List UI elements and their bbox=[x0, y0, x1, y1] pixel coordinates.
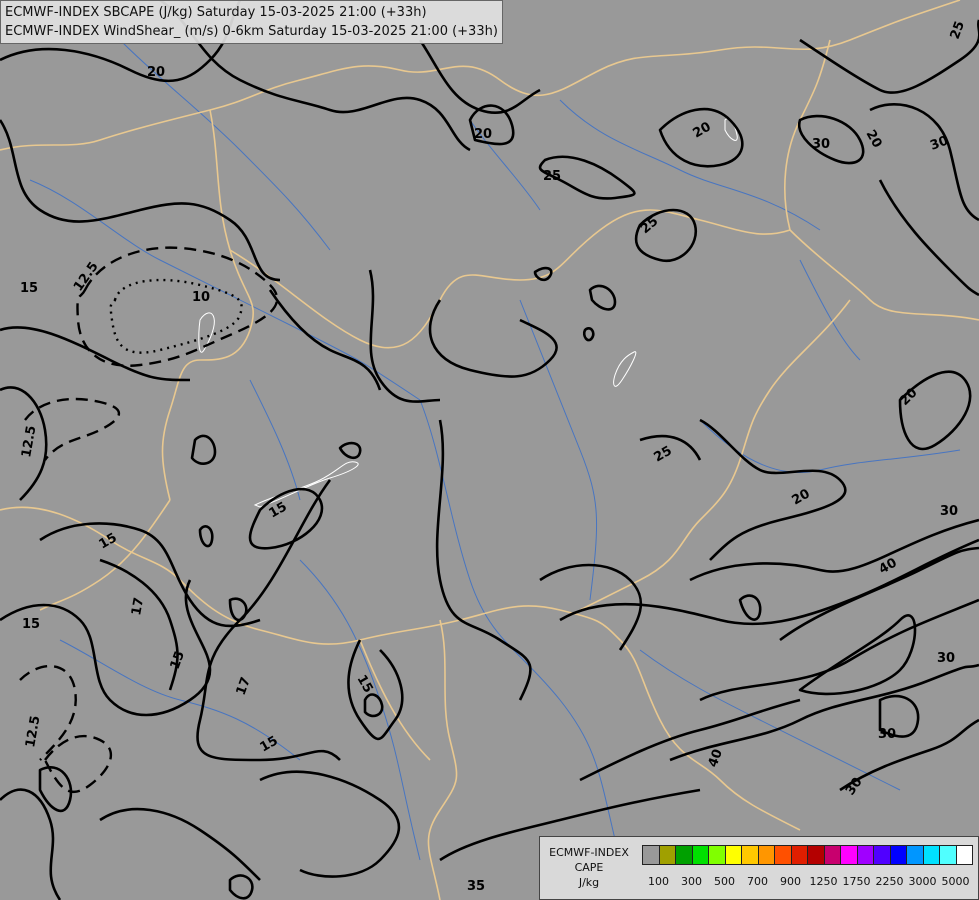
contour-label: 17 bbox=[234, 675, 254, 697]
contour-label: 30 bbox=[940, 504, 958, 519]
legend-swatch bbox=[873, 845, 891, 865]
legend-tick-label: 3000 bbox=[908, 875, 937, 888]
legend-swatch bbox=[939, 845, 957, 865]
contour-label: 10 bbox=[192, 290, 210, 305]
contour-label: 30 bbox=[843, 775, 866, 798]
legend-title-line-1: ECMWF-INDEX bbox=[549, 846, 629, 859]
legend-tick-label: 900 bbox=[780, 875, 801, 888]
contour-label: 15 bbox=[168, 649, 188, 671]
contour-label: 12.5 bbox=[71, 259, 102, 294]
legend-swatch bbox=[856, 845, 874, 865]
contour-label: 20 bbox=[863, 128, 885, 151]
contour-label: 15 bbox=[258, 733, 281, 755]
legend-swatch bbox=[658, 845, 676, 865]
legend-swatch bbox=[840, 845, 858, 865]
contour-label: 20 bbox=[691, 119, 714, 141]
contour-label: 30 bbox=[812, 137, 830, 152]
contour-label: 25 bbox=[638, 214, 662, 237]
contour-label: 40 bbox=[706, 747, 726, 769]
legend-swatch bbox=[708, 845, 726, 865]
contour-label: 25 bbox=[652, 443, 675, 465]
map-canvas: 20 20 20 25 25 20 30 30 25 12.5 10 15 12… bbox=[0, 0, 979, 900]
legend-tick-label: 5000 bbox=[941, 875, 970, 888]
legend-label: ECMWF-INDEX CAPE J/kg bbox=[543, 845, 635, 890]
legend-swatch bbox=[691, 845, 709, 865]
legend-swatch bbox=[889, 845, 907, 865]
contour-label: 15 bbox=[354, 673, 376, 696]
contour-label: 15 bbox=[20, 281, 38, 296]
contour-label: 15 bbox=[22, 617, 40, 632]
legend-swatch bbox=[807, 845, 825, 865]
legend-tick-label: 500 bbox=[714, 875, 735, 888]
rivers bbox=[29, 39, 961, 861]
dashed-contours bbox=[19, 246, 279, 794]
legend-title-line-2: CAPE bbox=[574, 861, 604, 874]
legend-swatch bbox=[790, 845, 808, 865]
legend-tick-label: 700 bbox=[747, 875, 768, 888]
map-title-box: ECMWF-INDEX SBCAPE (J/kg) Saturday 15-03… bbox=[0, 0, 503, 44]
contour-label: 20 bbox=[147, 65, 165, 80]
legend-tick-label: 300 bbox=[681, 875, 702, 888]
contour-label: 30 bbox=[937, 651, 955, 666]
legend-swatch bbox=[642, 845, 660, 865]
contour-label: 12.5 bbox=[23, 714, 43, 748]
legend-swatch bbox=[724, 845, 742, 865]
contour-label: 25 bbox=[543, 169, 561, 184]
contour-label: 12.5 bbox=[19, 424, 39, 458]
contour-label: 17 bbox=[129, 596, 147, 616]
legend-swatch bbox=[906, 845, 924, 865]
legend-swatch bbox=[774, 845, 792, 865]
map-title-line-2: ECMWF-INDEX WindShear_ (m/s) 0-6km Satur… bbox=[5, 24, 498, 39]
legend-tick-label: 2250 bbox=[875, 875, 904, 888]
legend-swatch bbox=[823, 845, 841, 865]
contour-label: 25 bbox=[948, 19, 968, 41]
contour-label: 20 bbox=[474, 127, 492, 142]
legend-swatch bbox=[955, 845, 973, 865]
legend-swatch bbox=[922, 845, 940, 865]
legend-swatch bbox=[741, 845, 759, 865]
contour-label: 30 bbox=[878, 727, 896, 742]
contour-label: 30 bbox=[928, 133, 950, 153]
legend-swatch bbox=[757, 845, 775, 865]
legend-title-line-3: J/kg bbox=[578, 876, 600, 889]
contour-label: 20 bbox=[790, 486, 813, 508]
contour-label: 35 bbox=[467, 879, 485, 894]
cape-legend: ECMWF-INDEX CAPE J/kg 100 300 500 700 900 125… bbox=[539, 836, 979, 900]
legend-tick-label: 1250 bbox=[809, 875, 838, 888]
legend-tick-label: 100 bbox=[648, 875, 669, 888]
map-title-line-1: ECMWF-INDEX SBCAPE (J/kg) Saturday 15-03… bbox=[5, 5, 427, 20]
legend-swatch bbox=[675, 845, 693, 865]
legend-tick-label: 1750 bbox=[842, 875, 871, 888]
